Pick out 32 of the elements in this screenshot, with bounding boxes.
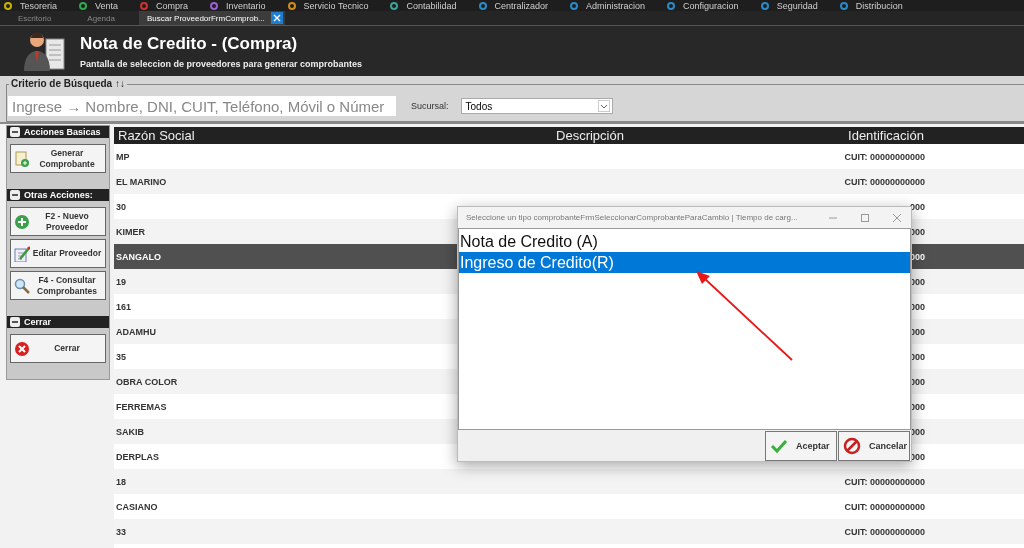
table-cell-text: KIMER [115, 226, 146, 237]
table-cell-text: CUIT: 00000000000 [843, 501, 926, 512]
table-cell-text: CUIT: 00000000000 [843, 176, 926, 187]
group-title: Acciones Basicas [24, 127, 101, 137]
dialog-title: Seleccione un tipo comprobanteFrmSeleccionarComprobanteParaCambio | Tiempo de carg... [466, 213, 798, 222]
group-title: Cerrar [24, 317, 52, 327]
column-header: Descripción [555, 128, 625, 143]
column-header: Razón Social [117, 128, 196, 143]
table-cell-text: 19 [115, 276, 127, 287]
table-cell-text: 161 [115, 301, 133, 312]
page-subtitle: Pantalla de seleccion de proveedores para generar comprobantes [80, 58, 363, 69]
column-header: Identificación [847, 128, 925, 143]
table-cell-text: CUIT: 00000000000 [843, 476, 926, 487]
table-cell-text: CUIT: 00000000000 [843, 526, 926, 537]
table-cell-text: DERPLAS [115, 451, 160, 462]
table-cell-text: 33 [115, 526, 127, 537]
table-cell-text: 35 [115, 351, 127, 362]
table-cell-text: SANGALO [115, 251, 162, 262]
table-cell-text: SAKIB [115, 426, 145, 437]
group-title: Otras Acciones: [24, 190, 93, 200]
branch-label: Sucursal: [411, 101, 449, 111]
table-cell-text: CUIT: 00000000000 [843, 151, 926, 162]
table-cell-text: 18 [115, 476, 127, 487]
table-cell-text: OBRA COLOR [115, 376, 179, 387]
page-title: Nota de Credito - (Compra) [80, 33, 299, 54]
table-cell-text: MP [115, 151, 131, 162]
table-cell-text: CASIANO [115, 501, 159, 512]
group-legend: Criterio de Búsqueda ↑↓ [9, 78, 127, 89]
table-cell-text: ADAMHU [115, 326, 157, 337]
table-cell-text: EL MARINO [115, 176, 168, 187]
table-cell-text: 30 [115, 201, 127, 212]
table-cell-text: FERREMAS [115, 401, 168, 412]
